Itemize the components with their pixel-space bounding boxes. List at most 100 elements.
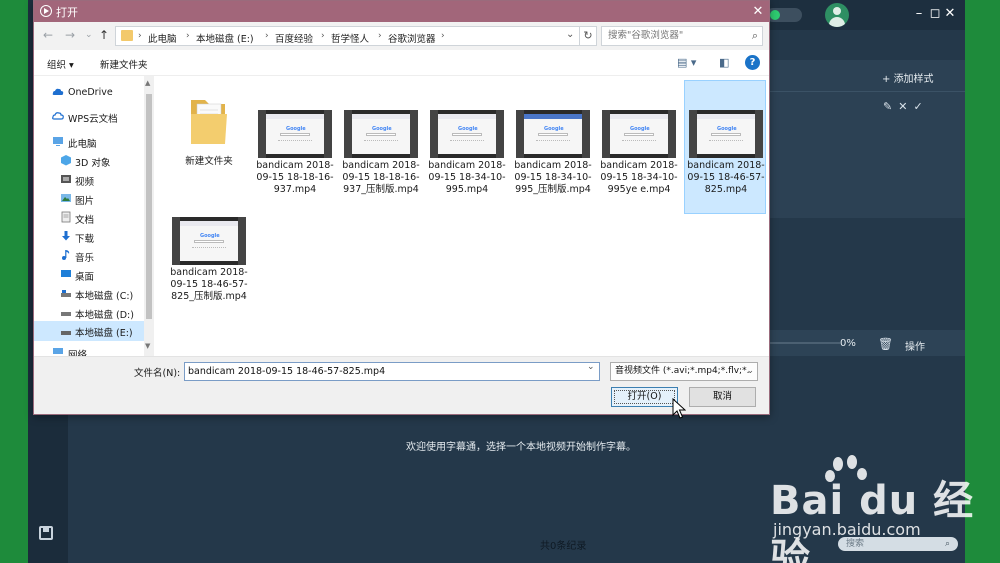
file-item[interactable]: Google bandicam 2018-09-15 18-46-57-825_… xyxy=(168,213,250,313)
nav-3d-objects[interactable]: 3D 对象 xyxy=(34,152,144,170)
breadcrumb-baidu-jingyan[interactable]: 百度经验 xyxy=(275,31,313,45)
breadcrumb-drive-e[interactable]: 本地磁盘 (E:) xyxy=(196,31,254,45)
nav-drive-c[interactable]: 本地磁盘 (C:) xyxy=(34,285,144,303)
add-style-button[interactable]: + 添加样式 xyxy=(882,70,934,85)
cube-icon xyxy=(61,155,71,166)
file-name: bandicam 2018-09-15 18-34-10-995ye e.mp4 xyxy=(600,160,678,195)
file-item[interactable]: 新建文件夹 xyxy=(168,84,250,174)
nav-videos[interactable]: 视频 xyxy=(34,171,144,189)
nav-this-pc[interactable]: 此电脑 xyxy=(34,133,144,151)
refresh-button[interactable]: ↻ xyxy=(579,26,597,46)
close-app-icon[interactable]: ✕ xyxy=(941,5,959,23)
file-item[interactable]: Google bandicam 2018-09-15 18-18-16-937.… xyxy=(254,106,336,206)
file-item[interactable]: Google bandicam 2018-09-15 18-34-10-995.… xyxy=(426,106,508,206)
confirm-check-icon[interactable]: ✓ xyxy=(913,100,928,113)
scroll-down-icon[interactable]: ▼ xyxy=(145,342,150,350)
watermark-brand: Bai du 经验 xyxy=(770,478,975,563)
edit-icon[interactable]: ✎ xyxy=(883,100,898,113)
breadcrumb-zhexue[interactable]: 哲学怪人 xyxy=(331,31,369,45)
dialog-title: 打开 xyxy=(56,6,78,19)
help-icon[interactable]: ? xyxy=(745,55,760,70)
file-item-selected[interactable]: Google bandicam 2018-09-15 18-46-57-825.… xyxy=(684,80,766,214)
dialog-close-button[interactable]: ✕ xyxy=(747,1,769,22)
document-icon xyxy=(61,211,71,223)
file-list: 新建文件夹 Google bandicam 2018-09-15 18-18-1… xyxy=(154,76,769,356)
video-thumbnail-icon: Google xyxy=(344,110,418,158)
preview-pane-icon[interactable]: ◧ xyxy=(719,56,729,69)
operations-label: 操作 xyxy=(905,342,925,353)
cancel-button[interactable]: 取消 xyxy=(689,387,756,407)
record-count: 共0条纪录 xyxy=(540,541,587,552)
address-input[interactable]: › 此电脑 › 本地磁盘 (E:) › 百度经验 › 哲学怪人 › 谷歌浏览器 … xyxy=(115,26,595,46)
video-thumbnail-icon: Google xyxy=(516,110,590,158)
file-item[interactable]: Google bandicam 2018-09-15 18-18-16-937_… xyxy=(340,106,422,206)
search-icon: ⌕ xyxy=(751,29,758,42)
new-folder-button[interactable]: 新建文件夹 xyxy=(100,57,148,71)
nav-drive-d[interactable]: 本地磁盘 (D:) xyxy=(34,304,144,322)
nav-documents[interactable]: 文档 xyxy=(34,209,144,227)
file-name: bandicam 2018-09-15 18-18-16-937.mp4 xyxy=(256,160,334,195)
nav-wps-cloud[interactable]: WPS云文档 xyxy=(34,108,144,126)
file-item[interactable]: Google bandicam 2018-09-15 18-34-10-995_… xyxy=(512,106,594,206)
filename-dropdown-icon[interactable]: ⌄ xyxy=(587,362,595,372)
organize-menu[interactable]: 组织 ▾ xyxy=(47,57,74,71)
address-dropdown-icon[interactable]: ⌄ xyxy=(566,29,574,40)
view-options-icon[interactable]: ▤ ▾ xyxy=(677,56,696,69)
breadcrumb-this-pc[interactable]: 此电脑 xyxy=(148,31,177,45)
folder-search-input[interactable]: 搜索"谷歌浏览器" ⌕ xyxy=(601,26,763,46)
nav-desktop[interactable]: 桌面 xyxy=(34,266,144,284)
video-thumbnail-icon: Google xyxy=(689,110,763,158)
picture-icon xyxy=(61,194,71,202)
scroll-up-icon[interactable]: ▲ xyxy=(145,79,150,87)
file-name: bandicam 2018-09-15 18-46-57-825.mp4 xyxy=(687,160,765,195)
trash-icon[interactable]: 🗑 xyxy=(878,337,893,351)
video-thumbnail-icon: Google xyxy=(172,217,246,265)
video-thumbnail-icon: Google xyxy=(430,110,504,158)
folder-icon xyxy=(121,30,133,41)
nav-downloads[interactable]: 下载 xyxy=(34,228,144,246)
delete-x-icon[interactable]: ✕ xyxy=(898,100,913,113)
folder-icon xyxy=(191,100,227,144)
desktop-icon xyxy=(61,270,71,277)
dialog-footer: 文件名(N): bandicam 2018-09-15 18-46-57-825… xyxy=(34,356,769,414)
cloud-icon xyxy=(52,112,64,120)
mode-toggle[interactable] xyxy=(766,8,802,22)
computer-icon xyxy=(53,137,63,146)
open-button[interactable]: 打开(O) xyxy=(611,387,678,407)
nav-drive-e[interactable]: 本地磁盘 (E:) xyxy=(34,321,144,341)
file-name: bandicam 2018-09-15 18-46-57-825_压制版.mp4 xyxy=(170,267,248,302)
file-name: 新建文件夹 xyxy=(185,156,233,167)
mouse-cursor-icon xyxy=(672,398,686,419)
video-thumbnail-icon: Google xyxy=(602,110,676,158)
dialog-titlebar: 打开 ✕ xyxy=(34,1,769,22)
dialog-toolbar: 组织 ▾ 新建文件夹 ▤ ▾ ◧ ? xyxy=(34,50,769,76)
up-arrow-icon[interactable]: ↑ xyxy=(99,28,109,42)
recent-dropdown-icon[interactable]: ⌄ xyxy=(85,30,93,40)
style-row-actions[interactable]: ✎✕✓ xyxy=(883,100,929,113)
watermark-url: jingyan.baidu.com xyxy=(773,520,921,539)
nav-network[interactable]: 网络 xyxy=(34,344,144,356)
drive-icon xyxy=(61,290,71,297)
nav-scrollbar[interactable]: ▲ ▼ xyxy=(144,76,154,356)
desktop-background-left xyxy=(0,0,28,563)
forward-arrow-icon[interactable]: → xyxy=(65,28,75,42)
nav-onedrive[interactable]: OneDrive xyxy=(34,84,144,102)
nav-pictures[interactable]: 图片 xyxy=(34,190,144,208)
filename-input[interactable]: bandicam 2018-09-15 18-46-57-825.mp4 xyxy=(184,362,600,381)
welcome-message: 欢迎使用字幕通，选择一个本地视频开始制作字幕。 xyxy=(406,442,636,453)
address-bar-row: ← → ⌄ ↑ › 此电脑 › 本地磁盘 (E:) › 百度经验 › 哲学怪人 … xyxy=(34,22,769,50)
chevron-down-icon: ⌄ xyxy=(746,366,754,376)
scrollbar-thumb[interactable] xyxy=(146,94,152,319)
video-thumbnail-icon: Google xyxy=(258,110,332,158)
user-avatar[interactable] xyxy=(825,3,849,27)
nav-music[interactable]: 音乐 xyxy=(34,247,144,265)
file-item[interactable]: Google bandicam 2018-09-15 18-34-10-995y… xyxy=(598,106,680,206)
music-icon xyxy=(62,250,70,260)
task-progress-bar xyxy=(770,342,840,344)
breadcrumb-chrome-folder[interactable]: 谷歌浏览器 xyxy=(388,31,436,45)
back-arrow-icon[interactable]: ← xyxy=(43,28,53,42)
filetype-select[interactable]: 音视频文件 (*.avi;*.mp4;*.flv;*. ⌄ xyxy=(610,362,758,381)
file-name: bandicam 2018-09-15 18-18-16-937_压制版.mp4 xyxy=(342,160,420,195)
save-icon[interactable] xyxy=(39,526,53,540)
drive-icon xyxy=(61,331,71,335)
